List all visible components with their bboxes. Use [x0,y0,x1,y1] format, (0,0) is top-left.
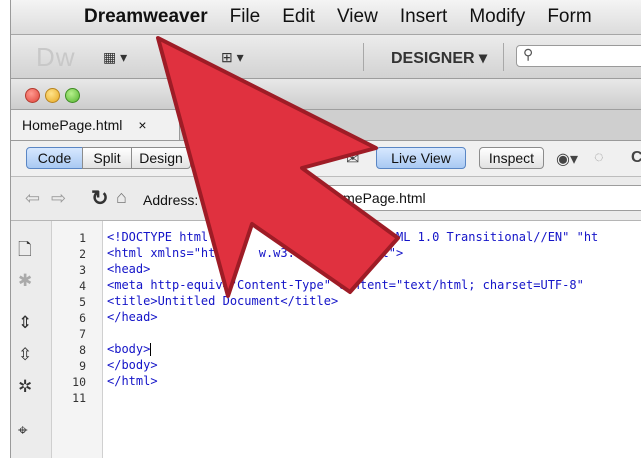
red-arrow-icon [156,36,400,298]
